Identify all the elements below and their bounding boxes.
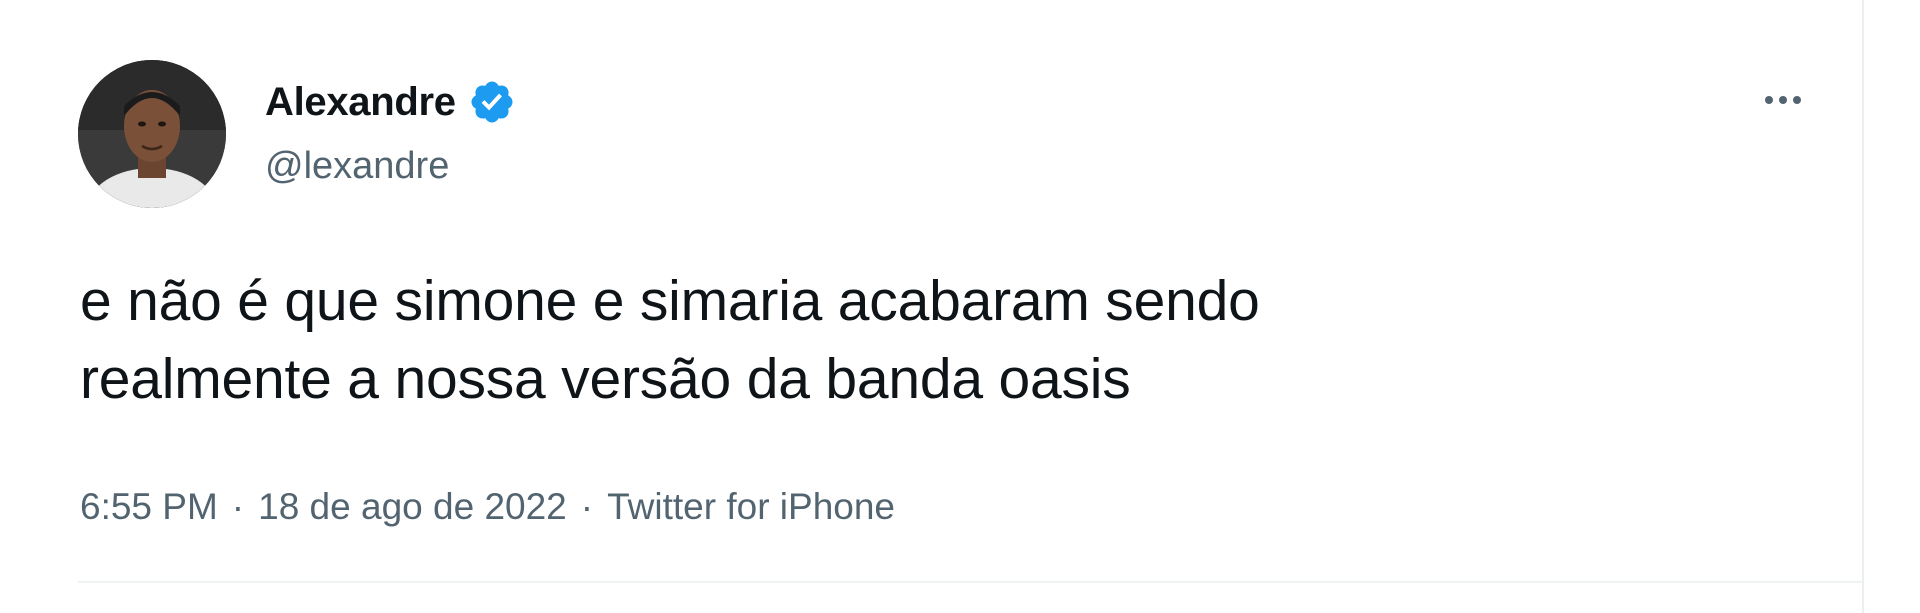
card-border <box>1862 0 1864 613</box>
tweet-source-link[interactable]: Twitter for iPhone <box>607 486 895 528</box>
author-handle[interactable]: @lexandre <box>265 138 449 194</box>
divider <box>78 581 1862 583</box>
more-button[interactable] <box>1752 80 1814 120</box>
tweet-text-line: realmente a nossa versão da banda oasis <box>80 347 1131 411</box>
meta-separator: · <box>580 486 594 527</box>
more-horizontal-icon <box>1765 96 1801 104</box>
tweet-text-line: e não é que simone e simaria acabaram se… <box>80 269 1260 333</box>
avatar-photo <box>78 60 226 208</box>
tweet-meta: 6:55 PM · 18 de ago de 2022 · Twitter fo… <box>80 478 895 536</box>
tweet-card: Alexandre @lexandre e não é que simone e… <box>0 0 1920 613</box>
tweet-text: e não é que simone e simaria acabaram se… <box>80 262 1780 418</box>
avatar[interactable] <box>78 60 226 208</box>
meta-separator: · <box>231 486 245 527</box>
author-name-row: Alexandre <box>265 74 516 130</box>
author-display-name[interactable]: Alexandre <box>265 74 456 130</box>
verified-badge-icon <box>471 81 513 123</box>
tweet-date[interactable]: 18 de ago de 2022 <box>258 486 567 528</box>
tweet-time[interactable]: 6:55 PM <box>80 486 218 528</box>
